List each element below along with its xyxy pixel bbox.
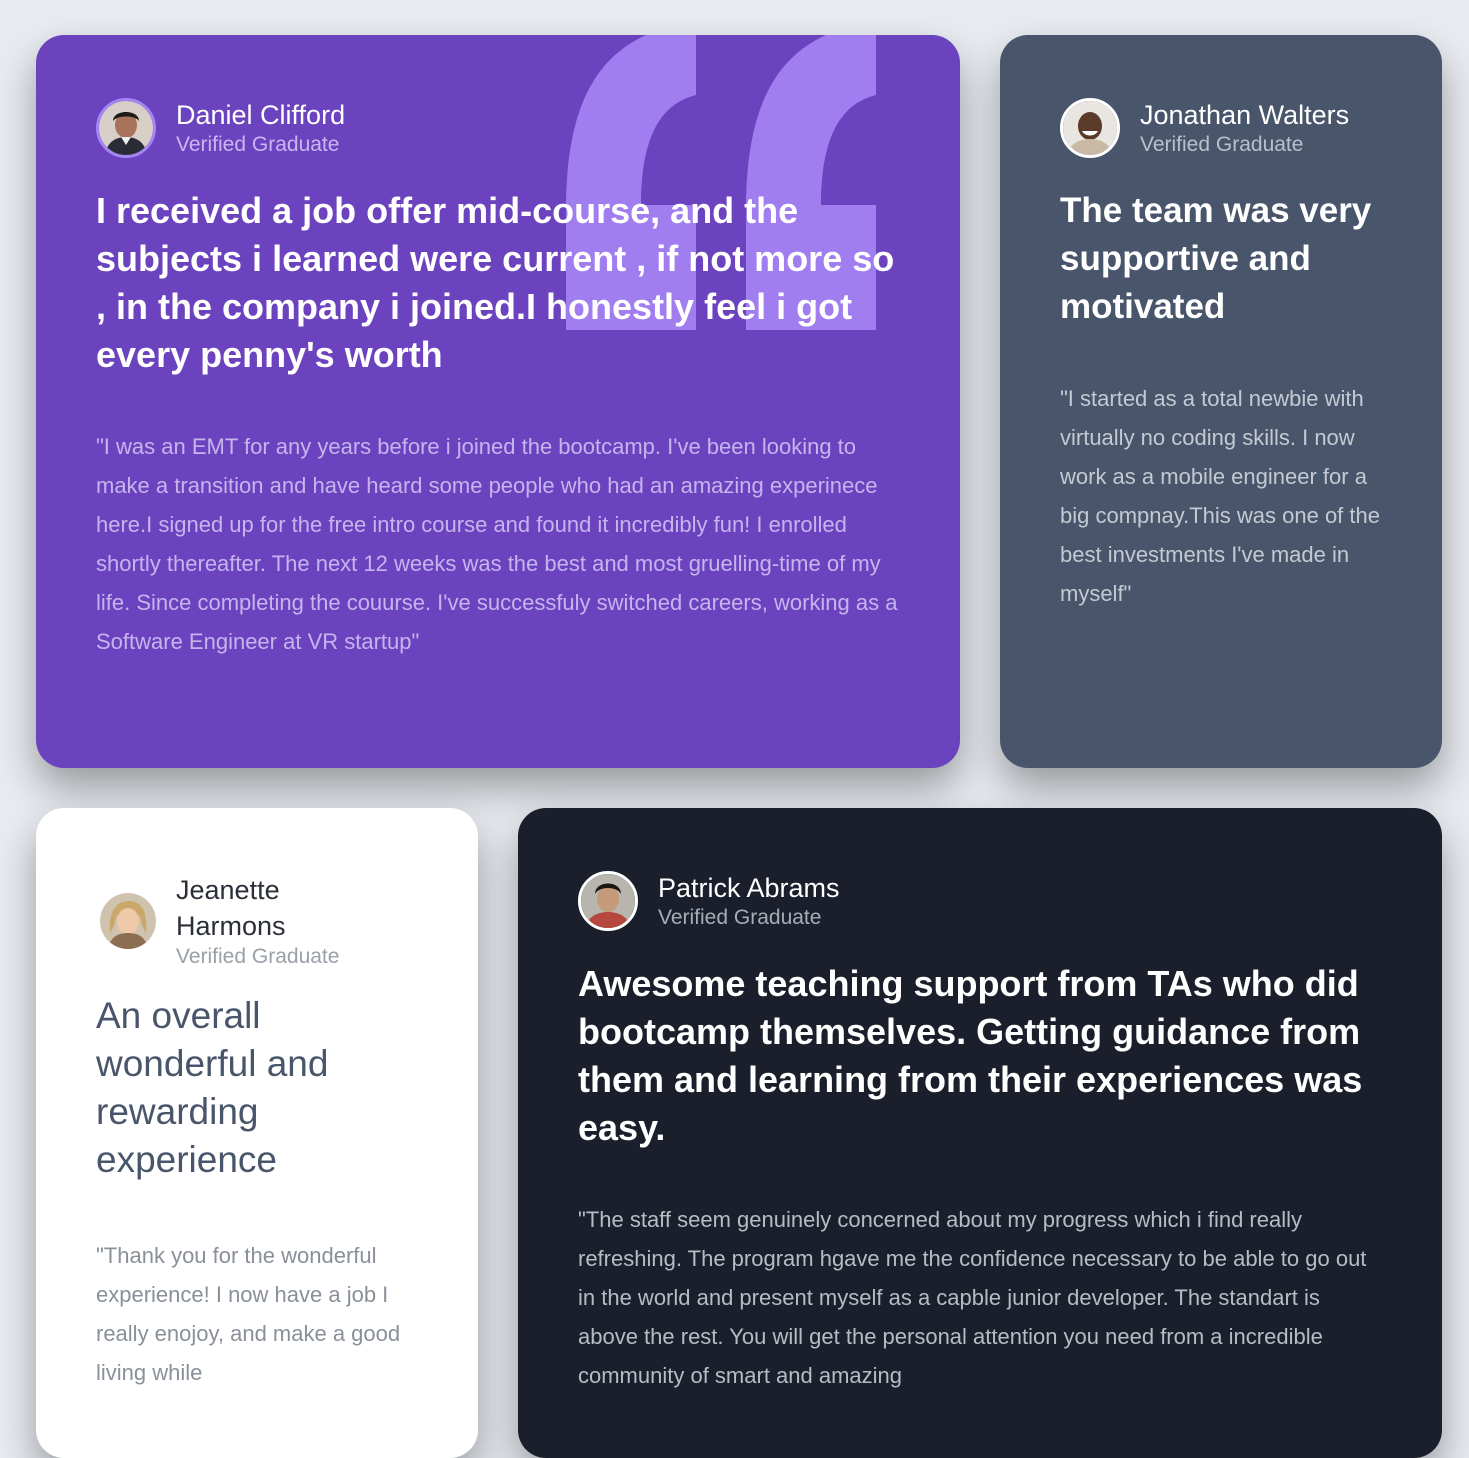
testimonial-headline: Awesome teaching support from TAs who di…	[578, 963, 1363, 1148]
author-block: Patrick Abrams Verified Graduate	[578, 868, 1382, 934]
testimonial-card-daniel: Daniel Clifford Verified Graduate I rece…	[36, 35, 960, 768]
author-role: Verified Graduate	[1140, 132, 1304, 156]
avatar	[96, 98, 156, 158]
author-block: Jeanette Harmons Verified Graduate	[96, 875, 418, 968]
author-block: Daniel Clifford Verified Graduate	[96, 95, 900, 161]
author-role: Verified Graduate	[176, 132, 340, 156]
testimonial-quote: "The staff seem genuinely concerned abou…	[578, 1207, 1367, 1388]
author-role: Verified Graduate	[176, 944, 340, 968]
avatar	[100, 893, 156, 949]
author-block: Jonathan Walters Verified Graduate	[1060, 95, 1382, 161]
testimonial-headline: The team was very supportive and motivat…	[1060, 191, 1372, 326]
testimonial-quote: "I started as a total newbie with virtua…	[1060, 386, 1380, 606]
author-name: Daniel Clifford	[176, 99, 346, 130]
testimonial-quote: "I was an EMT for any years before i joi…	[96, 434, 898, 654]
testimonial-headline: I received a job offer mid-course, and t…	[96, 190, 895, 375]
author-name: Jeanette Harmons	[176, 874, 286, 941]
avatar	[1060, 98, 1120, 158]
avatar	[578, 871, 638, 931]
testimonial-card-jonathan: Jonathan Walters Verified Graduate The t…	[1000, 35, 1442, 768]
testimonial-quote: "Thank you for the wonderful experience!…	[96, 1243, 401, 1385]
testimonial-headline: An overall wonderful and rewarding exper…	[96, 995, 329, 1180]
author-name: Patrick Abrams	[658, 872, 840, 903]
testimonial-card-patrick: Patrick Abrams Verified Graduate Awesome…	[518, 808, 1442, 1458]
author-role: Verified Graduate	[658, 905, 822, 929]
testimonial-card-jeanette: Jeanette Harmons Verified Graduate An ov…	[36, 808, 478, 1458]
author-name: Jonathan Walters	[1140, 99, 1350, 130]
